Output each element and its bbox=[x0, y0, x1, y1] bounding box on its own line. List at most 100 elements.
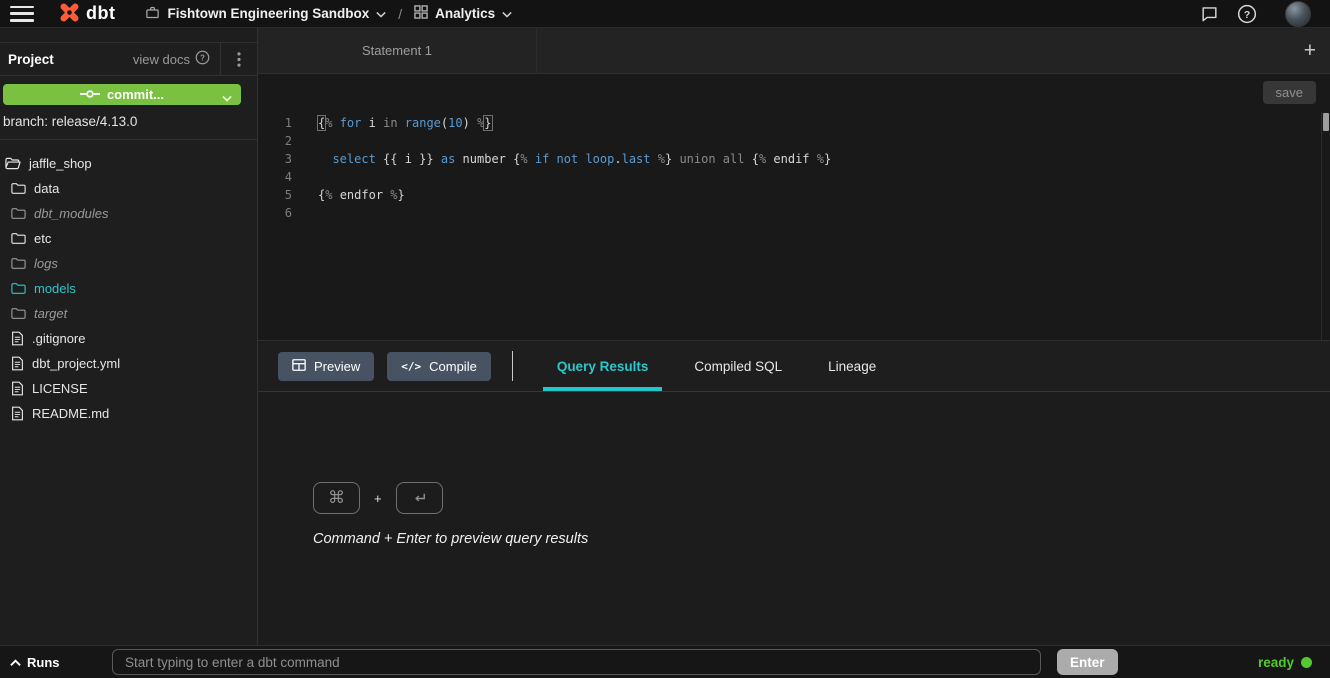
tree-item-dbt-project-yml[interactable]: dbt_project.yml bbox=[0, 351, 257, 376]
hint-plus: + bbox=[374, 491, 382, 506]
tree-item-label: dbt_project.yml bbox=[32, 356, 120, 371]
tree-item-dbt-modules[interactable]: dbt_modules bbox=[0, 201, 257, 226]
tree-item-label: models bbox=[34, 281, 76, 296]
code-editor[interactable]: save 123456 {% for i in range(10) %} sel… bbox=[258, 74, 1330, 340]
folder-icon bbox=[11, 257, 26, 270]
dbt-logo-text: dbt bbox=[86, 3, 115, 24]
new-tab-button[interactable]: + bbox=[1304, 40, 1316, 61]
preview-hint-text: Command + Enter to preview query results bbox=[313, 531, 1330, 547]
code-line: select {{ i }} as number {% if not loop.… bbox=[318, 150, 831, 168]
chat-icon[interactable] bbox=[1200, 4, 1219, 23]
runs-label: Runs bbox=[27, 655, 60, 670]
main-area: Statement 1 + save 123456 {% for i in ra… bbox=[258, 28, 1330, 645]
grid-icon bbox=[414, 5, 428, 22]
enter-key-icon bbox=[396, 482, 443, 514]
enter-button[interactable]: Enter bbox=[1057, 649, 1118, 675]
help-icon[interactable]: ? bbox=[1237, 4, 1257, 24]
file-icon bbox=[11, 331, 24, 346]
tree-item-target[interactable]: target bbox=[0, 301, 257, 326]
tree-item-license[interactable]: LICENSE bbox=[0, 376, 257, 401]
preview-button-label: Preview bbox=[314, 359, 360, 374]
dbt-logo-icon bbox=[58, 1, 81, 27]
sidebar-title: Project bbox=[0, 52, 54, 67]
chevron-up-icon bbox=[10, 655, 21, 670]
breadcrumb-separator: / bbox=[398, 6, 402, 22]
tree-item-models[interactable]: models bbox=[0, 276, 257, 301]
results-toolbar: Preview </> Compile Query Results Compile… bbox=[258, 340, 1330, 392]
line-number: 4 bbox=[258, 168, 292, 186]
briefcase-icon bbox=[145, 5, 160, 23]
code-brackets-icon: </> bbox=[401, 360, 421, 373]
command-key-icon: ⌘ bbox=[313, 482, 360, 514]
sidebar-header: Project view docs ? bbox=[0, 42, 257, 76]
editor-toolbar: save bbox=[258, 74, 1330, 110]
file-icon bbox=[11, 406, 24, 421]
editor-scrollbar[interactable] bbox=[1321, 112, 1330, 340]
tree-item-readme-md[interactable]: README.md bbox=[0, 401, 257, 426]
table-icon bbox=[292, 358, 306, 375]
commit-button[interactable]: commit... bbox=[3, 84, 241, 105]
save-button[interactable]: save bbox=[1263, 81, 1316, 104]
project-name: Analytics bbox=[435, 6, 495, 21]
preview-button[interactable]: Preview bbox=[278, 352, 374, 381]
tree-item-label: README.md bbox=[32, 406, 109, 421]
tab-compiled-sql[interactable]: Compiled SQL bbox=[678, 341, 798, 391]
branch-label: branch: release/4.13.0 bbox=[0, 105, 257, 140]
line-number: 6 bbox=[258, 204, 292, 222]
tab-label: Statement 1 bbox=[362, 43, 432, 58]
code-line bbox=[318, 204, 831, 222]
compile-button-label: Compile bbox=[429, 359, 477, 374]
tree-item-label: data bbox=[34, 181, 59, 196]
view-docs-label: view docs bbox=[133, 52, 190, 67]
view-docs-link[interactable]: view docs ? bbox=[133, 50, 220, 68]
folder-open-icon bbox=[5, 157, 21, 170]
folder-icon bbox=[11, 182, 26, 195]
chevron-down-icon bbox=[376, 6, 386, 21]
bottom-bar: Runs Enter ready bbox=[0, 645, 1330, 678]
tab-statement-1[interactable]: Statement 1 bbox=[258, 28, 537, 73]
status-indicator: ready bbox=[1258, 655, 1312, 670]
editor-tab-bar: Statement 1 + bbox=[258, 28, 1330, 74]
account-switcher[interactable]: Fishtown Engineering Sandbox bbox=[145, 5, 386, 23]
folder-icon bbox=[11, 307, 26, 320]
avatar[interactable] bbox=[1285, 1, 1311, 27]
tree-item-label: logs bbox=[34, 256, 58, 271]
kebab-menu-icon[interactable] bbox=[220, 43, 257, 75]
svg-text:?: ? bbox=[200, 53, 205, 62]
results-tabs: Query Results Compiled SQL Lineage bbox=[541, 341, 906, 391]
dbt-command-input[interactable] bbox=[112, 649, 1041, 675]
tree-item-label: jaffle_shop bbox=[29, 156, 92, 171]
compile-button[interactable]: </> Compile bbox=[387, 352, 491, 381]
code-lines: {% for i in range(10) %} select {{ i }} … bbox=[318, 114, 831, 222]
tree-item-etc[interactable]: etc bbox=[0, 226, 257, 251]
tab-lineage[interactable]: Lineage bbox=[812, 341, 892, 391]
tree-item-jaffle-shop[interactable]: jaffle_shop bbox=[0, 151, 257, 176]
line-numbers: 123456 bbox=[258, 114, 292, 222]
commit-button-label: commit... bbox=[107, 87, 164, 102]
top-bar: dbt Fishtown Engineering Sandbox / Analy… bbox=[0, 0, 1330, 28]
scrollbar-thumb[interactable] bbox=[1323, 113, 1329, 131]
code-line bbox=[318, 168, 831, 186]
tree-item-data[interactable]: data bbox=[0, 176, 257, 201]
file-icon bbox=[11, 381, 24, 396]
line-number: 2 bbox=[258, 132, 292, 150]
hamburger-menu-icon[interactable] bbox=[10, 6, 34, 22]
tree-item-label: .gitignore bbox=[32, 331, 85, 346]
folder-icon bbox=[11, 232, 26, 245]
tree-item--gitignore[interactable]: .gitignore bbox=[0, 326, 257, 351]
tree-item-label: etc bbox=[34, 231, 51, 246]
tree-item-logs[interactable]: logs bbox=[0, 251, 257, 276]
tree-item-label: target bbox=[34, 306, 67, 321]
dbt-logo[interactable]: dbt bbox=[58, 1, 115, 27]
status-label: ready bbox=[1258, 655, 1294, 670]
code-line: {% endfor %} bbox=[318, 186, 831, 204]
tab-query-results[interactable]: Query Results bbox=[541, 341, 665, 391]
tree-item-label: LICENSE bbox=[32, 381, 88, 396]
line-number: 3 bbox=[258, 150, 292, 168]
line-number: 5 bbox=[258, 186, 292, 204]
line-number: 1 bbox=[258, 114, 292, 132]
chevron-down-icon bbox=[502, 6, 512, 21]
account-name: Fishtown Engineering Sandbox bbox=[167, 6, 369, 21]
project-switcher[interactable]: Analytics bbox=[414, 5, 512, 22]
runs-toggle[interactable]: Runs bbox=[10, 655, 112, 670]
